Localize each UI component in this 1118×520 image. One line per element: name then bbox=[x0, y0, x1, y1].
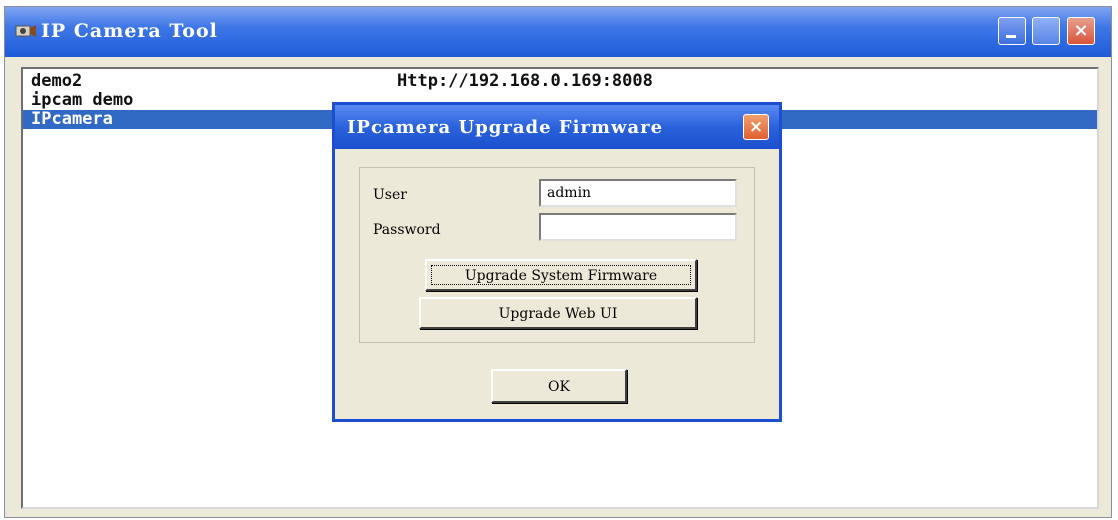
upgrade-system-firmware-button[interactable]: Upgrade System Firmware bbox=[425, 259, 697, 291]
user-label: User bbox=[373, 187, 407, 203]
maximize-icon[interactable] bbox=[1032, 17, 1060, 45]
password-field[interactable] bbox=[539, 213, 737, 241]
camera-app-icon bbox=[15, 25, 36, 37]
user-field[interactable] bbox=[539, 179, 737, 207]
list-item[interactable]: demo2 Http://192.168.0.169:8008 bbox=[23, 72, 1097, 91]
dialog-title: IPcamera Upgrade Firmware bbox=[347, 117, 664, 138]
password-label: Password bbox=[373, 222, 441, 238]
window-title: IP Camera Tool bbox=[41, 20, 218, 42]
camera-name: IPcamera bbox=[31, 109, 113, 129]
upgrade-firmware-dialog: IPcamera Upgrade Firmware × User Passwor… bbox=[332, 102, 782, 422]
camera-name: demo2 bbox=[31, 71, 83, 91]
camera-name: ipcam demo bbox=[31, 90, 134, 110]
camera-url: Http://192.168.0.169:8008 bbox=[397, 71, 653, 91]
close-icon[interactable]: × bbox=[743, 114, 769, 140]
ok-label: OK bbox=[548, 379, 570, 395]
upgrade-web-ui-label: Upgrade Web UI bbox=[498, 306, 618, 322]
window-titlebar[interactable]: IP Camera Tool × bbox=[5, 7, 1111, 57]
minimize-icon[interactable] bbox=[998, 17, 1026, 45]
dialog-titlebar[interactable]: IPcamera Upgrade Firmware × bbox=[335, 105, 779, 149]
close-icon[interactable]: × bbox=[1067, 17, 1095, 45]
upgrade-web-ui-button[interactable]: Upgrade Web UI bbox=[419, 297, 697, 329]
ok-button[interactable]: OK bbox=[491, 369, 627, 403]
upgrade-system-firmware-label: Upgrade System Firmware bbox=[431, 265, 691, 285]
